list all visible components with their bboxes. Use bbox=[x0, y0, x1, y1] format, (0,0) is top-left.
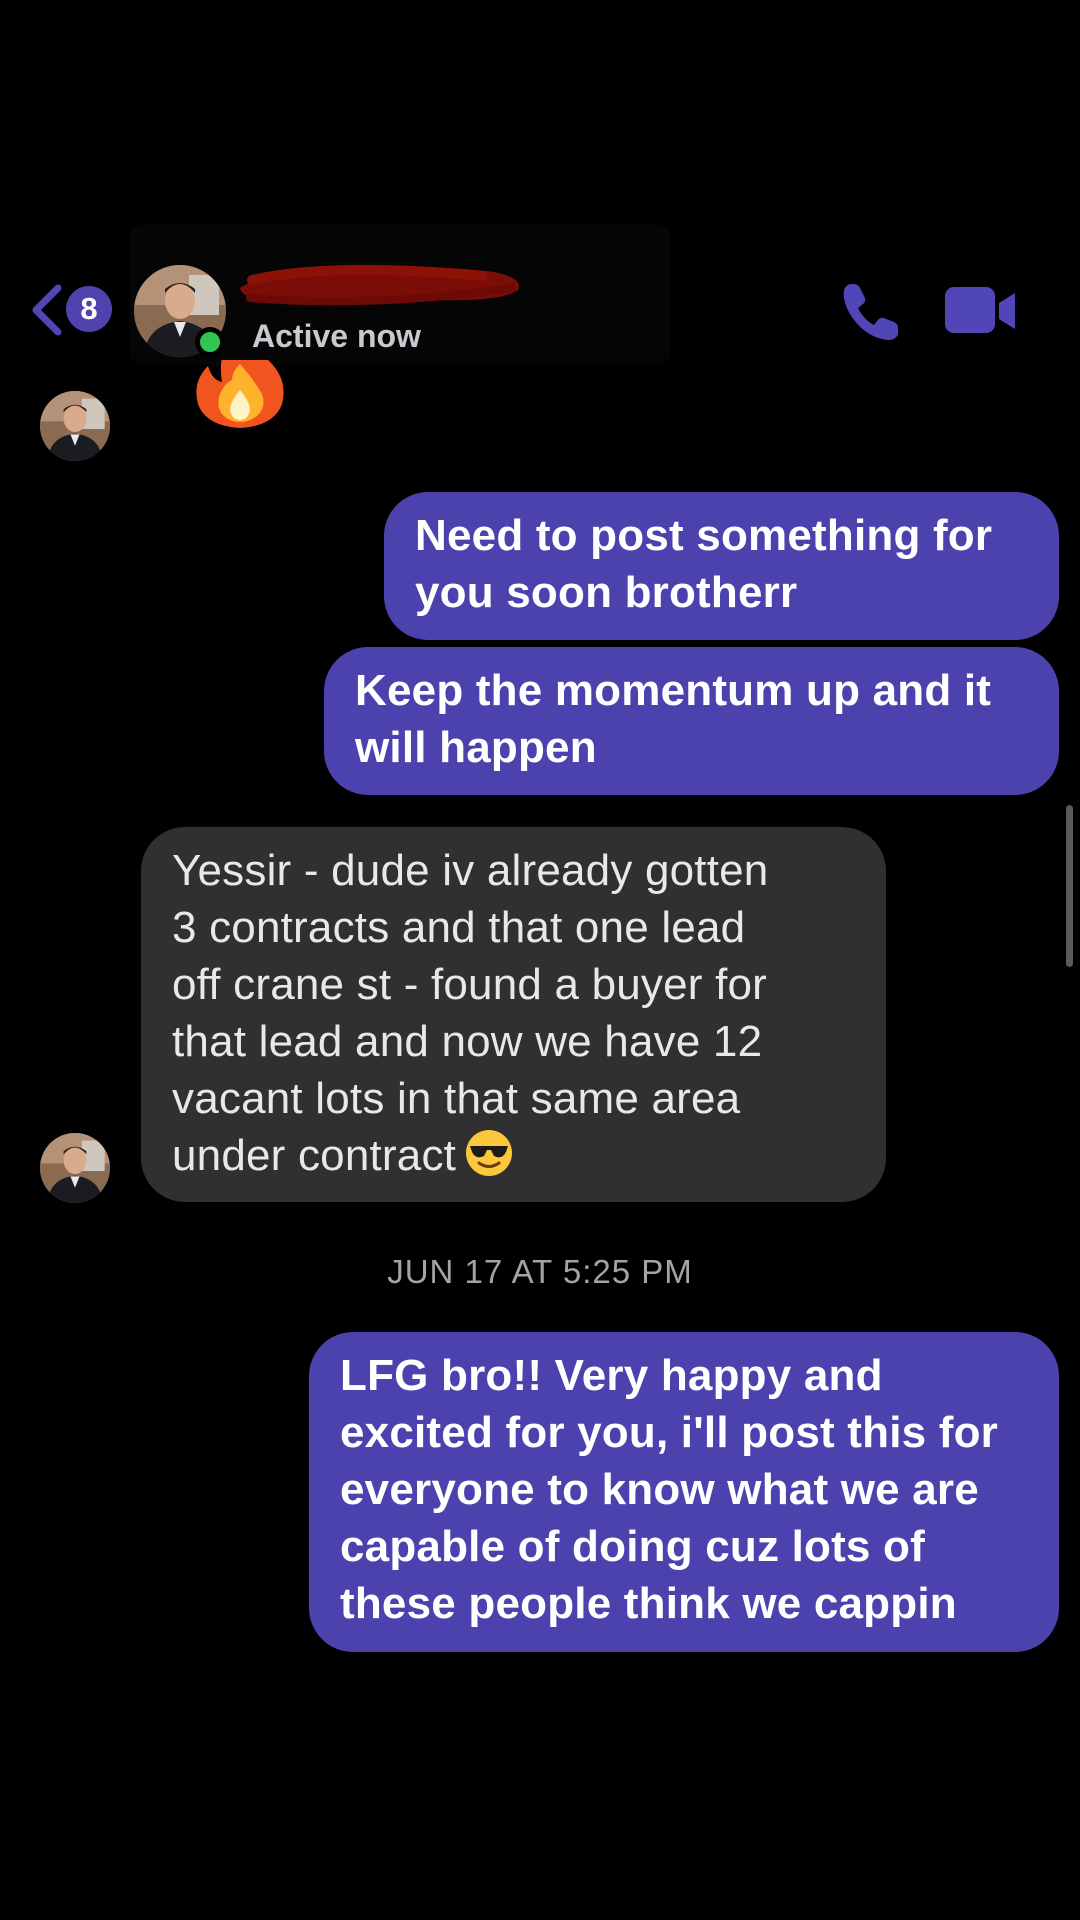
back-button[interactable]: 8 bbox=[28, 282, 118, 338]
active-status-indicator bbox=[195, 327, 225, 357]
outgoing-message[interactable]: Keep the momentum up and it will happen bbox=[324, 647, 1059, 795]
video-call-button[interactable] bbox=[945, 285, 1017, 337]
outgoing-message[interactable]: Need to post something for you soon brot… bbox=[384, 492, 1059, 640]
outgoing-message[interactable]: LFG bro!! Very happy and excited for you… bbox=[309, 1332, 1059, 1652]
video-camera-icon bbox=[945, 287, 1015, 333]
contact-avatar-small[interactable] bbox=[40, 391, 110, 461]
fire-icon bbox=[196, 360, 284, 428]
fire-reaction bbox=[188, 360, 292, 430]
contact-avatar-small[interactable] bbox=[40, 1133, 110, 1203]
contact-status: Active now bbox=[252, 318, 421, 354]
chevron-left-icon bbox=[32, 284, 62, 336]
redacted-contact-name bbox=[240, 264, 519, 306]
scrollbar[interactable] bbox=[1066, 805, 1073, 967]
incoming-message[interactable]: Yessir - dude iv already gotten 3 contra… bbox=[141, 827, 886, 1202]
person-photo-icon bbox=[40, 1133, 110, 1203]
person-photo-icon bbox=[40, 391, 110, 461]
unread-count-badge: 8 bbox=[66, 286, 112, 332]
sunglasses-face-icon bbox=[466, 1130, 513, 1176]
message-timestamp: JUN 17 AT 5:25 PM bbox=[387, 1253, 693, 1290]
audio-call-button[interactable] bbox=[838, 280, 902, 344]
phone-icon bbox=[843, 284, 898, 340]
